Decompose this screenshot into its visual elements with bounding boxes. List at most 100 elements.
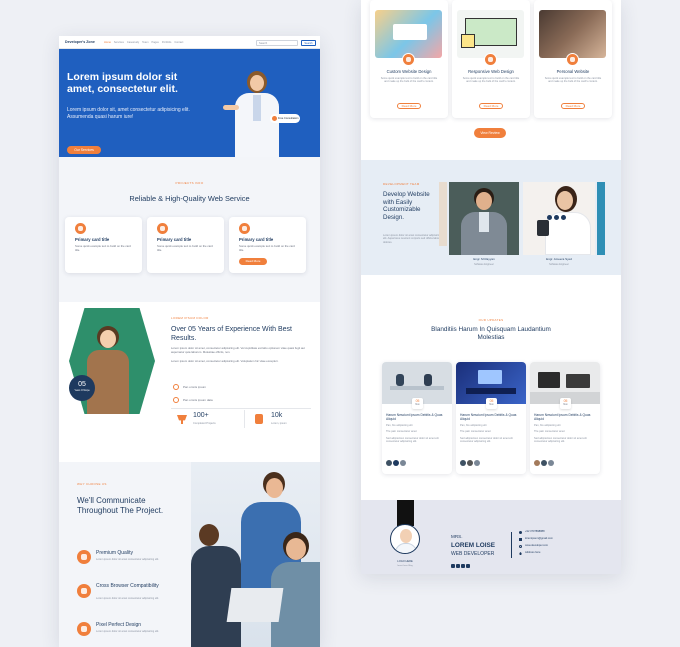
card-text: Some quick example text to build on the … — [75, 244, 131, 252]
avatar — [548, 460, 554, 466]
post-month: Nov — [489, 403, 494, 406]
avatar — [541, 460, 547, 466]
dark-tab — [397, 500, 414, 526]
service-card[interactable]: Custom Website Design Some quick example… — [370, 0, 448, 118]
post-text: Sed adipiscicen consectetur dolor sit am… — [460, 437, 513, 444]
site-logo[interactable]: Developer's Zone — [65, 40, 95, 44]
phone-icon — [519, 531, 522, 534]
avatar — [534, 460, 540, 466]
view-review-button[interactable]: View Review — [474, 128, 506, 138]
facebook-icon[interactable] — [547, 215, 552, 220]
avatar — [474, 460, 480, 466]
read-more-button[interactable]: Read More — [479, 103, 503, 109]
experience-paragraph: Lorem ipsum dolor sit amet, consectetur … — [171, 346, 305, 354]
date-badge: 05 Nov — [412, 398, 423, 409]
read-more-button[interactable]: Read More — [397, 103, 421, 109]
nav-links: Home Services Casestudy Team Pages Portf… — [104, 41, 183, 44]
blog-post-card[interactable]: 05 Nov Harum Nesciunt Ipsum Debitis & Qu… — [530, 362, 600, 474]
member-photo — [523, 182, 595, 255]
instagram-icon[interactable] — [456, 564, 460, 568]
service-card[interactable]: Primary card title Some quick example te… — [229, 217, 306, 273]
post-avatars — [534, 460, 554, 466]
hero-title: Lorem ipsum dolor sit amet, consectetur … — [67, 71, 178, 95]
post-meta: The pain consectetur amet — [534, 430, 565, 433]
read-more-button[interactable]: Read More — [561, 103, 585, 109]
search-input[interactable]: Search — [256, 39, 298, 46]
blog-post-card[interactable]: 05 Nov Harum Nesciunt Ipsum Debitis & Qu… — [456, 362, 526, 474]
experience-item: Pan omnis ipsum — [183, 385, 207, 389]
consultation-badge: Free Consultation — [270, 114, 300, 123]
member-photo-edge — [439, 182, 447, 246]
card-text: Some quick example text to build on the … — [462, 77, 520, 84]
card-title: Responsive Web Design — [468, 69, 514, 74]
read-more-button[interactable]: Read More — [239, 258, 267, 265]
contact-address: Address here — [525, 551, 541, 554]
feature-text: Lorem ipsum dolor sit amet consectetur a… — [96, 558, 159, 561]
card-text: Some quick example text to build on the … — [380, 77, 438, 84]
avatar — [400, 460, 406, 466]
consultation-icon — [272, 116, 277, 121]
our-services-button[interactable]: Our Services — [67, 146, 101, 154]
nav-link-team[interactable]: Team — [142, 41, 148, 44]
browser-icon — [77, 584, 91, 598]
nav-link-home[interactable]: Home — [104, 41, 111, 44]
years-label: Years Of Expe — [74, 389, 90, 392]
twitter-icon[interactable] — [461, 564, 465, 568]
twitter-icon[interactable] — [554, 215, 559, 220]
nav-link-contact[interactable]: Contact — [174, 41, 183, 44]
experience-item: Pan omnis ipsum data — [183, 398, 213, 402]
post-title[interactable]: Harum Nesciunt Ipsum Debitis & Quas Aliq… — [534, 413, 596, 421]
contact-website[interactable]: www.developer.com — [525, 544, 548, 547]
facebook-icon[interactable] — [451, 564, 455, 568]
services-section: PROJECTS INFO Reliable & High-Quality We… — [59, 157, 320, 302]
trophy-icon — [177, 415, 187, 424]
member-role: Software Engineer — [474, 263, 494, 266]
blog-post-card[interactable]: 05 Nov Harum Nesciunt Ipsum Debitis & Qu… — [382, 362, 452, 474]
nav-link-casestudy[interactable]: Casestudy — [127, 41, 139, 44]
post-title[interactable]: Harum Nesciunt Ipsum Debitis & Quas Aliq… — [460, 413, 522, 421]
card-text: Some quick example text to build on the … — [544, 77, 602, 84]
contact-email[interactable]: loremipsum@gmail.com — [525, 537, 553, 540]
email-icon — [519, 538, 522, 541]
date-badge: 05 Nov — [486, 398, 497, 409]
footer-logo-sub: Insert here Blog — [397, 565, 413, 567]
experience-tag: LOREM IPSUM DOLOR — [171, 316, 209, 320]
member-photo-edge — [597, 182, 605, 255]
microscope-icon — [255, 414, 263, 424]
feature-title: Pixel Perfect Design — [96, 622, 142, 628]
post-title[interactable]: Harum Nesciunt Ipsum Debitis & Quas Aliq… — [386, 413, 448, 421]
service-card[interactable]: Responsive Web Design Some quick example… — [452, 0, 530, 118]
divider — [511, 532, 512, 558]
nav-link-pages[interactable]: Pages — [151, 41, 158, 44]
check-icon — [173, 384, 179, 390]
consultation-badge-label: Free Consultation — [278, 117, 299, 120]
instagram-icon[interactable] — [561, 215, 566, 220]
linkedin-icon[interactable] — [466, 564, 470, 568]
service-card[interactable]: Primary card title Some quick example te… — [147, 217, 224, 273]
post-meta: Pan, fire adipisicing elit — [460, 424, 487, 427]
nav-link-portfolio[interactable]: Portfolio — [162, 41, 172, 44]
team-title: Develop Website with Easily Customizable… — [383, 191, 430, 221]
stat-label: Lorem, ipsum — [271, 422, 287, 425]
divider — [244, 410, 245, 428]
search-button[interactable]: Search — [301, 39, 316, 46]
service-card[interactable]: Primary card title Some quick example te… — [65, 217, 142, 273]
post-month: Nov — [563, 403, 568, 406]
contact-phone[interactable]: +92 3707898888 — [525, 530, 545, 533]
experience-title: Over 05 Years of Experience With Best Re… — [171, 326, 293, 342]
pixel-icon — [77, 622, 91, 636]
avatar — [386, 460, 392, 466]
left-page-mockup: Developer's Zone Home Services Casestudy… — [59, 36, 320, 647]
nav-link-services[interactable]: Services — [114, 41, 124, 44]
footer-social — [451, 564, 470, 568]
home-icon — [519, 552, 522, 555]
years-badge: 05 Years Of Expe — [69, 375, 95, 401]
team-member-card[interactable]: Engr. Ameera Syed Software Engineer — [523, 182, 595, 276]
service-card[interactable]: Personal Website Some quick example text… — [534, 0, 612, 118]
blog-section: OUR UPDATES Blanditiis Harum In Quisquam… — [361, 275, 621, 500]
feature-text: Lorem ipsum dolor sit amet consectetur a… — [96, 597, 159, 600]
services-title: Reliable & High-Quality Web Service — [129, 194, 250, 203]
profile-name: LOREM LOISE — [451, 542, 496, 549]
team-member-card[interactable]: Engr. M.Rayyan Software Engineer — [449, 182, 519, 276]
services-cards-section: Custom Website Design Some quick example… — [361, 0, 621, 160]
